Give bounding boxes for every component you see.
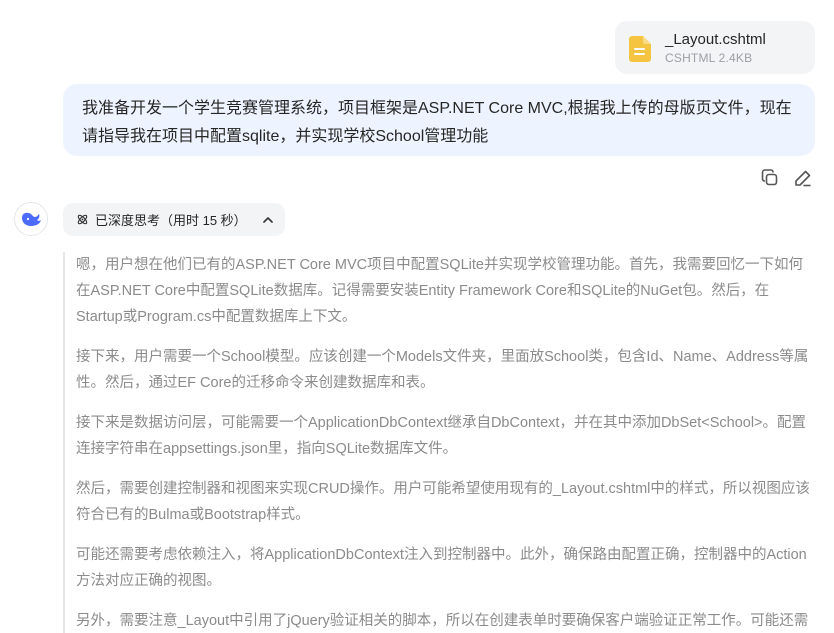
thinking-paragraph: 嗯，用户想在他们已有的ASP.NET Core MVC项目中配置SQLite并实… (76, 257, 803, 325)
thinking-paragraph: 另外，需要注意_Layout中引用了jQuery验证相关的脚本，所以在创建表单时… (76, 613, 809, 629)
edit-icon[interactable] (793, 168, 813, 188)
chevron-up-icon (262, 217, 273, 223)
attachment-meta: CSHTML 2.4KB (665, 51, 753, 65)
thinking-paragraph: 接下来是数据访问层，可能需要一个ApplicationDbContext继承自D… (76, 415, 807, 457)
attachment-card[interactable]: _Layout.cshtml CSHTML 2.4KB (615, 21, 815, 74)
thinking-paragraph: 接下来，用户需要一个School模型。应该创建一个Models文件夹，里面放Sc… (76, 349, 809, 391)
document-icon (629, 36, 651, 62)
message-actions (760, 168, 813, 188)
thinking-content: 嗯，用户想在他们已有的ASP.NET Core MVC项目中配置SQLite并实… (63, 252, 823, 633)
attachment-name: _Layout.cshtml (665, 31, 766, 48)
copy-icon[interactable] (760, 168, 780, 188)
atom-icon (77, 214, 88, 225)
assistant-avatar (14, 202, 48, 236)
thinking-label: 已深度思考（用时 15 秒） (95, 213, 247, 228)
user-message: 我准备开发一个学生竞赛管理系统，项目框架是ASP.NET Core MVC,根据… (63, 84, 815, 156)
thinking-paragraph: 然后，需要创建控制器和视图来实现CRUD操作。用户可能希望使用现有的_Layou… (76, 481, 810, 523)
whale-logo-icon (22, 212, 41, 226)
thinking-paragraph: 可能还需要考虑依赖注入，将ApplicationDbContext注入到控制器中… (76, 547, 807, 589)
thinking-toggle[interactable]: 已深度思考（用时 15 秒） (63, 203, 285, 236)
